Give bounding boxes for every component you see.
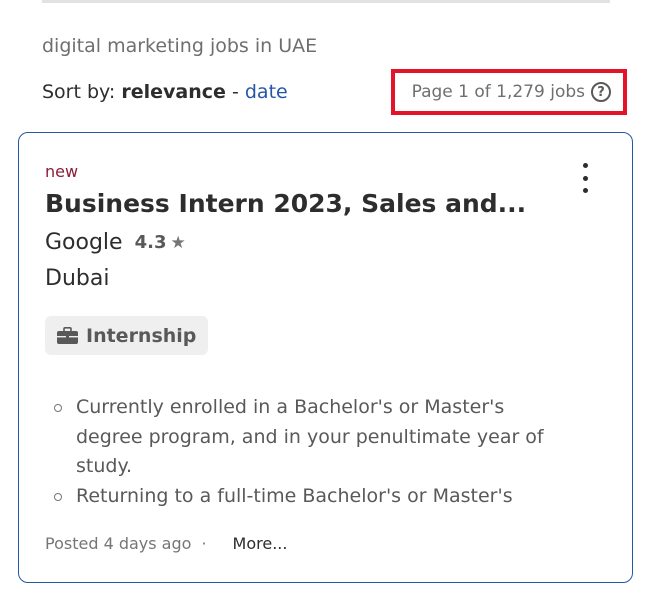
help-icon[interactable]: ? — [591, 82, 611, 102]
page-count-text: Page 1 of 1,279 jobs — [411, 82, 585, 102]
job-location: Dubai — [45, 266, 110, 291]
job-snippet: Currently enrolled in a Bachelor's or Ma… — [45, 393, 565, 511]
kebab-dot — [582, 175, 588, 181]
new-badge: new — [45, 162, 79, 181]
kebab-dot — [582, 188, 588, 193]
company-name[interactable]: Google — [45, 230, 123, 255]
search-query-heading: digital marketing jobs in UAE — [42, 35, 318, 57]
job-type-badge: Internship — [45, 316, 209, 355]
more-link[interactable]: More... — [233, 534, 288, 553]
sort-controls: Sort by: relevance - date — [42, 81, 288, 103]
kebab-dot — [582, 163, 588, 168]
job-card[interactable]: new Business Intern 2023, Sales and... G… — [18, 132, 633, 583]
rating-value: 4.3 — [134, 232, 167, 253]
job-type-label: Internship — [86, 324, 197, 347]
job-title[interactable]: Business Intern 2023, Sales and... — [45, 189, 526, 218]
star-icon: ★ — [170, 232, 186, 253]
company-row: Google 4.3 ★ — [45, 230, 186, 255]
briefcase-icon — [57, 327, 78, 344]
posted-date: Posted 4 days ago — [45, 534, 192, 553]
footer-separator: · — [201, 534, 207, 553]
job-footer: Posted 4 days ago · More... — [45, 534, 287, 553]
top-divider — [42, 0, 610, 3]
snippet-item: Returning to a full-time Bachelor's or M… — [45, 482, 565, 512]
sort-separator: - — [231, 81, 239, 103]
snippet-item: Currently enrolled in a Bachelor's or Ma… — [45, 393, 565, 482]
kebab-menu-icon[interactable] — [575, 163, 595, 193]
page-count-highlight: Page 1 of 1,279 jobs ? — [391, 69, 627, 115]
sort-label: Sort by: — [42, 81, 116, 103]
sort-option-date[interactable]: date — [245, 81, 288, 103]
sort-option-relevance: relevance — [121, 81, 226, 103]
company-rating: 4.3 ★ — [135, 232, 186, 253]
